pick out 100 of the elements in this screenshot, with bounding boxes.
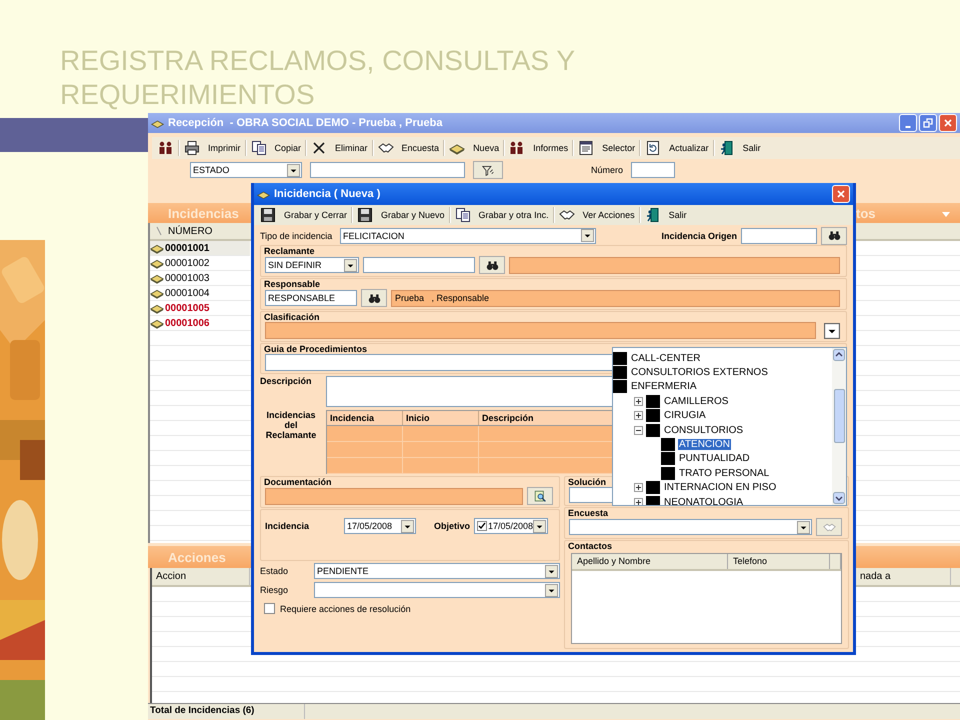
expand-icon[interactable] bbox=[634, 411, 643, 420]
tree-item[interactable]: ENFERMERIA bbox=[630, 381, 698, 392]
toolbar-button[interactable]: Selector bbox=[574, 138, 640, 158]
folder-icon bbox=[646, 409, 660, 422]
tree-item[interactable]: NEONATOLOGIA bbox=[663, 496, 744, 505]
column-header[interactable]: Inicio bbox=[403, 411, 479, 425]
sort-icon bbox=[156, 226, 162, 236]
field-label: Estado bbox=[260, 566, 290, 576]
expand-icon[interactable] bbox=[634, 396, 643, 406]
incident-number: 00001006 bbox=[165, 318, 210, 328]
folder-icon bbox=[646, 394, 660, 408]
search-button[interactable] bbox=[821, 226, 847, 244]
minimize-icon bbox=[905, 126, 911, 128]
column-header[interactable]: Telefono bbox=[728, 554, 830, 569]
restore-icon bbox=[923, 118, 933, 128]
checkbox[interactable] bbox=[264, 603, 275, 614]
search-button[interactable] bbox=[527, 487, 553, 505]
incident-number: 00001005 bbox=[165, 302, 210, 314]
column-header[interactable]: Accion bbox=[152, 568, 250, 585]
filter-button[interactable] bbox=[473, 161, 503, 179]
documentation-field[interactable] bbox=[265, 488, 523, 504]
close-button[interactable] bbox=[832, 185, 850, 203]
window-title: Recepción - OBRA SOCIAL DEMO - Prueba , Prueba bbox=[168, 117, 442, 129]
classification-field[interactable] bbox=[265, 322, 816, 339]
toolbar-button[interactable]: Grabar y otra Inc. bbox=[450, 205, 553, 225]
date-value: 17/05/2008 bbox=[488, 521, 534, 531]
copy-icon bbox=[454, 207, 471, 223]
status-text: Total de Incidencias (6) bbox=[148, 704, 305, 719]
collapse-icon[interactable] bbox=[634, 426, 643, 435]
toolbar-button[interactable]: Eliminar bbox=[307, 138, 372, 158]
toolbar-button[interactable]: Ver Acciones bbox=[554, 205, 639, 225]
status-select[interactable]: PENDIENTE bbox=[314, 563, 560, 579]
toolbar-button[interactable]: Salir bbox=[714, 138, 765, 158]
type-select[interactable]: FELICITACION bbox=[340, 228, 596, 244]
toolbar-button[interactable]: Grabar y Cerrar bbox=[256, 205, 352, 225]
tree-item[interactable]: ATENCION bbox=[678, 439, 731, 450]
field-label: Objetivo bbox=[434, 521, 470, 531]
tree-item[interactable]: INTERNACION EN PISO bbox=[663, 482, 778, 494]
date-picker[interactable]: 17/05/2008 bbox=[474, 518, 548, 534]
toolbar-button[interactable]: Imprimir bbox=[180, 138, 244, 158]
scroll-thumb[interactable] bbox=[834, 389, 844, 443]
tree-item[interactable]: CIRUGIA bbox=[663, 410, 707, 422]
toolbar-button[interactable]: Salir bbox=[640, 205, 691, 225]
field-label: Incidencia Origen bbox=[661, 230, 737, 240]
printer-icon bbox=[184, 140, 200, 156]
number-field[interactable] bbox=[631, 162, 676, 178]
toolbar-button[interactable]: Encuesta bbox=[374, 138, 444, 158]
folder-icon bbox=[661, 466, 675, 480]
scrollbar[interactable] bbox=[832, 348, 846, 505]
exit-door-icon bbox=[644, 207, 661, 223]
toolbar-button[interactable]: Informes bbox=[505, 138, 572, 158]
binoculars-icon bbox=[486, 258, 498, 272]
toolbar-button[interactable]: Grabar y Nuevo bbox=[353, 205, 449, 225]
binoculars-icon bbox=[368, 292, 380, 304]
search-button[interactable] bbox=[361, 289, 387, 307]
origin-field[interactable] bbox=[741, 228, 817, 244]
checkbox[interactable] bbox=[477, 521, 488, 531]
risk-select[interactable] bbox=[314, 582, 560, 598]
folder-icon bbox=[613, 366, 627, 380]
floppy-icon bbox=[260, 207, 276, 223]
field-label: Tipo de incidencia bbox=[260, 230, 334, 240]
responsible-code-field[interactable]: RESPONSABLE bbox=[265, 290, 357, 306]
field-label: Riesgo bbox=[260, 585, 290, 595]
claimant-type-select[interactable]: SIN DEFINIR bbox=[265, 257, 359, 273]
claimant-field[interactable] bbox=[363, 257, 475, 273]
tree-item[interactable]: CONSULTORIOS bbox=[663, 424, 744, 436]
column-header[interactable]: Incidencia bbox=[327, 411, 403, 425]
field-label: Descripción bbox=[260, 376, 313, 386]
incident-number: 00001002 bbox=[165, 258, 210, 268]
toolbar-button[interactable]: Copiar bbox=[246, 138, 306, 158]
copy-icon bbox=[250, 140, 266, 156]
search-button[interactable] bbox=[479, 256, 505, 274]
folder-icon bbox=[613, 380, 627, 394]
column-header[interactable]: Apellido y Nombre bbox=[572, 554, 728, 569]
date-picker[interactable]: 17/05/2008 bbox=[344, 518, 416, 534]
panel-title: Incidencias bbox=[167, 206, 239, 220]
scroll-down-icon[interactable] bbox=[833, 492, 845, 504]
scroll-up-icon[interactable] bbox=[833, 349, 845, 361]
checkbox-label: Requiere acciones de resolución bbox=[280, 604, 411, 614]
expand-icon[interactable] bbox=[634, 498, 643, 505]
tree-item[interactable]: CALL-CENTER bbox=[630, 352, 702, 364]
filter-field[interactable] bbox=[310, 162, 465, 178]
tree-item[interactable]: PUNTUALIDAD bbox=[678, 453, 751, 464]
folder-icon bbox=[646, 496, 660, 505]
list-row[interactable]: 00001001 bbox=[150, 241, 250, 256]
close-icon bbox=[836, 189, 846, 199]
incident-number: 00001001 bbox=[165, 242, 210, 254]
tree-item[interactable]: CONSULTORIOS EXTERNOS bbox=[630, 367, 769, 378]
tree-item[interactable]: TRATO PERSONAL bbox=[678, 468, 770, 479]
state-select[interactable]: ESTADO bbox=[190, 162, 302, 178]
group-label: Guia de Procedimientos bbox=[264, 344, 368, 354]
panel-title: tos bbox=[855, 206, 876, 220]
folder-icon bbox=[661, 452, 675, 466]
toolbar-button[interactable]: Actualizar bbox=[641, 138, 713, 158]
check-icon bbox=[478, 522, 486, 530]
field-label: Incidencias del Reclamante bbox=[264, 410, 318, 440]
expand-icon[interactable] bbox=[634, 483, 643, 492]
survey-select[interactable] bbox=[569, 519, 812, 535]
toolbar-button[interactable]: Nueva bbox=[445, 138, 504, 158]
tree-item[interactable]: CAMILLEROS bbox=[663, 396, 730, 407]
